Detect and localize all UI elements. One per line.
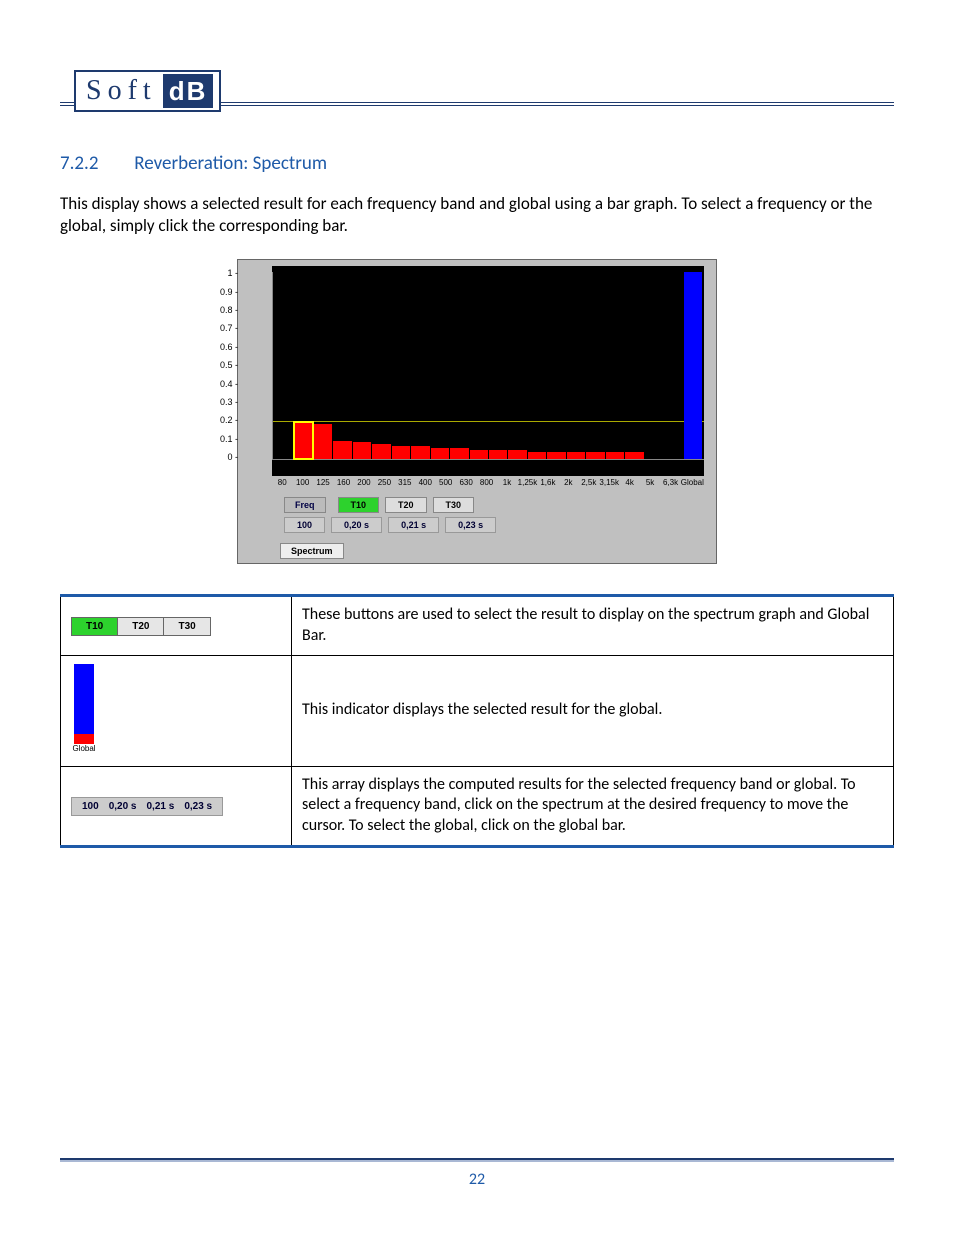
result-button-t30[interactable]: T30 — [433, 497, 475, 513]
result-selector-row: Freq T10 T20 T30 — [284, 497, 710, 513]
mini-global-label: Global — [71, 744, 97, 753]
mini-button-t30[interactable]: T30 — [164, 618, 209, 635]
mini-global-indicator[interactable]: Global — [71, 664, 97, 753]
spectrum-chart[interactable] — [272, 266, 704, 476]
table-desc-cell: This array displays the computed results… — [292, 766, 894, 846]
mini-button-t20[interactable]: T20 — [118, 618, 164, 635]
spectrum-bar[interactable] — [489, 450, 507, 459]
spectrum-bar[interactable] — [528, 452, 546, 459]
page-number: 22 — [469, 1170, 485, 1189]
spectrum-bar[interactable] — [431, 448, 449, 459]
spectrum-bar[interactable] — [353, 442, 371, 459]
mini-result-buttons[interactable]: T10T20T30 — [71, 617, 211, 636]
description-table: T10T20T30 These buttons are used to sele… — [60, 594, 894, 848]
result-value: 0,21 s — [388, 517, 439, 533]
result-value: 100 — [284, 517, 325, 533]
brand-logo: Soft dB — [74, 70, 221, 112]
heading-number: 7.2.2 — [60, 152, 130, 175]
spectrum-screenshot: 1 -0.9 -0.8 -0.7 -0.6 -0.5 -0.4 -0.3 -0.… — [237, 259, 717, 564]
freq-label: Freq — [284, 497, 326, 513]
section-heading: 7.2.2 Reverberation: Spectrum — [60, 152, 894, 175]
spectrum-bar[interactable] — [333, 441, 351, 460]
page-footer: 22 — [60, 1158, 894, 1189]
intro-paragraph: This display shows a selected result for… — [60, 193, 894, 237]
spectrum-tab[interactable]: Spectrum — [280, 543, 344, 559]
spectrum-bar[interactable] — [470, 450, 488, 459]
spectrum-bar[interactable] — [567, 452, 585, 459]
logo-text-soft: Soft — [86, 77, 163, 105]
chart-x-axis: 801001251602002503154005006308001k1,25k1… — [272, 476, 704, 487]
mini-value: 0,20 s — [109, 801, 137, 812]
spectrum-bar[interactable] — [392, 446, 410, 459]
table-desc-cell: These buttons are used to select the res… — [292, 596, 894, 656]
result-button-t20[interactable]: T20 — [385, 497, 427, 513]
spectrum-bar[interactable] — [586, 452, 604, 459]
spectrum-bar[interactable] — [450, 448, 468, 459]
logo-text-db: dB — [163, 74, 214, 108]
table-icon-cell: T10T20T30 — [61, 596, 292, 656]
result-value: 0,20 s — [331, 517, 382, 533]
table-desc-cell: This indicator displays the selected res… — [292, 655, 894, 766]
table-icon-cell: Global — [61, 655, 292, 766]
mini-button-t10[interactable]: T10 — [72, 618, 118, 635]
spectrum-bar[interactable] — [606, 452, 624, 459]
mini-value: 0,23 s — [184, 801, 212, 812]
spectrum-bar[interactable] — [625, 452, 643, 459]
spectrum-bar[interactable] — [547, 452, 565, 459]
spectrum-bar[interactable] — [411, 446, 429, 459]
table-icon-cell: 100 0,20 s 0,21 s 0,23 s — [61, 766, 292, 846]
mini-value: 0,21 s — [147, 801, 175, 812]
spectrum-bar[interactable] — [294, 422, 312, 459]
spectrum-bar[interactable] — [372, 444, 390, 459]
spectrum-bar[interactable] — [684, 272, 702, 459]
mini-value: 100 — [82, 801, 99, 812]
mini-results-array: 100 0,20 s 0,21 s 0,23 s — [71, 797, 223, 816]
result-value: 0,23 s — [445, 517, 496, 533]
chart-y-axis: 1 -0.9 -0.8 -0.7 -0.6 -0.5 -0.4 -0.3 -0.… — [220, 268, 242, 462]
heading-title: Reverberation: Spectrum — [134, 152, 327, 175]
spectrum-bar[interactable] — [314, 424, 332, 460]
result-button-t10[interactable]: T10 — [338, 497, 380, 513]
spectrum-bar[interactable] — [508, 450, 526, 459]
header-logo-row: Soft dB — [60, 70, 894, 112]
results-value-row: 100 0,20 s 0,21 s 0,23 s — [284, 517, 710, 533]
